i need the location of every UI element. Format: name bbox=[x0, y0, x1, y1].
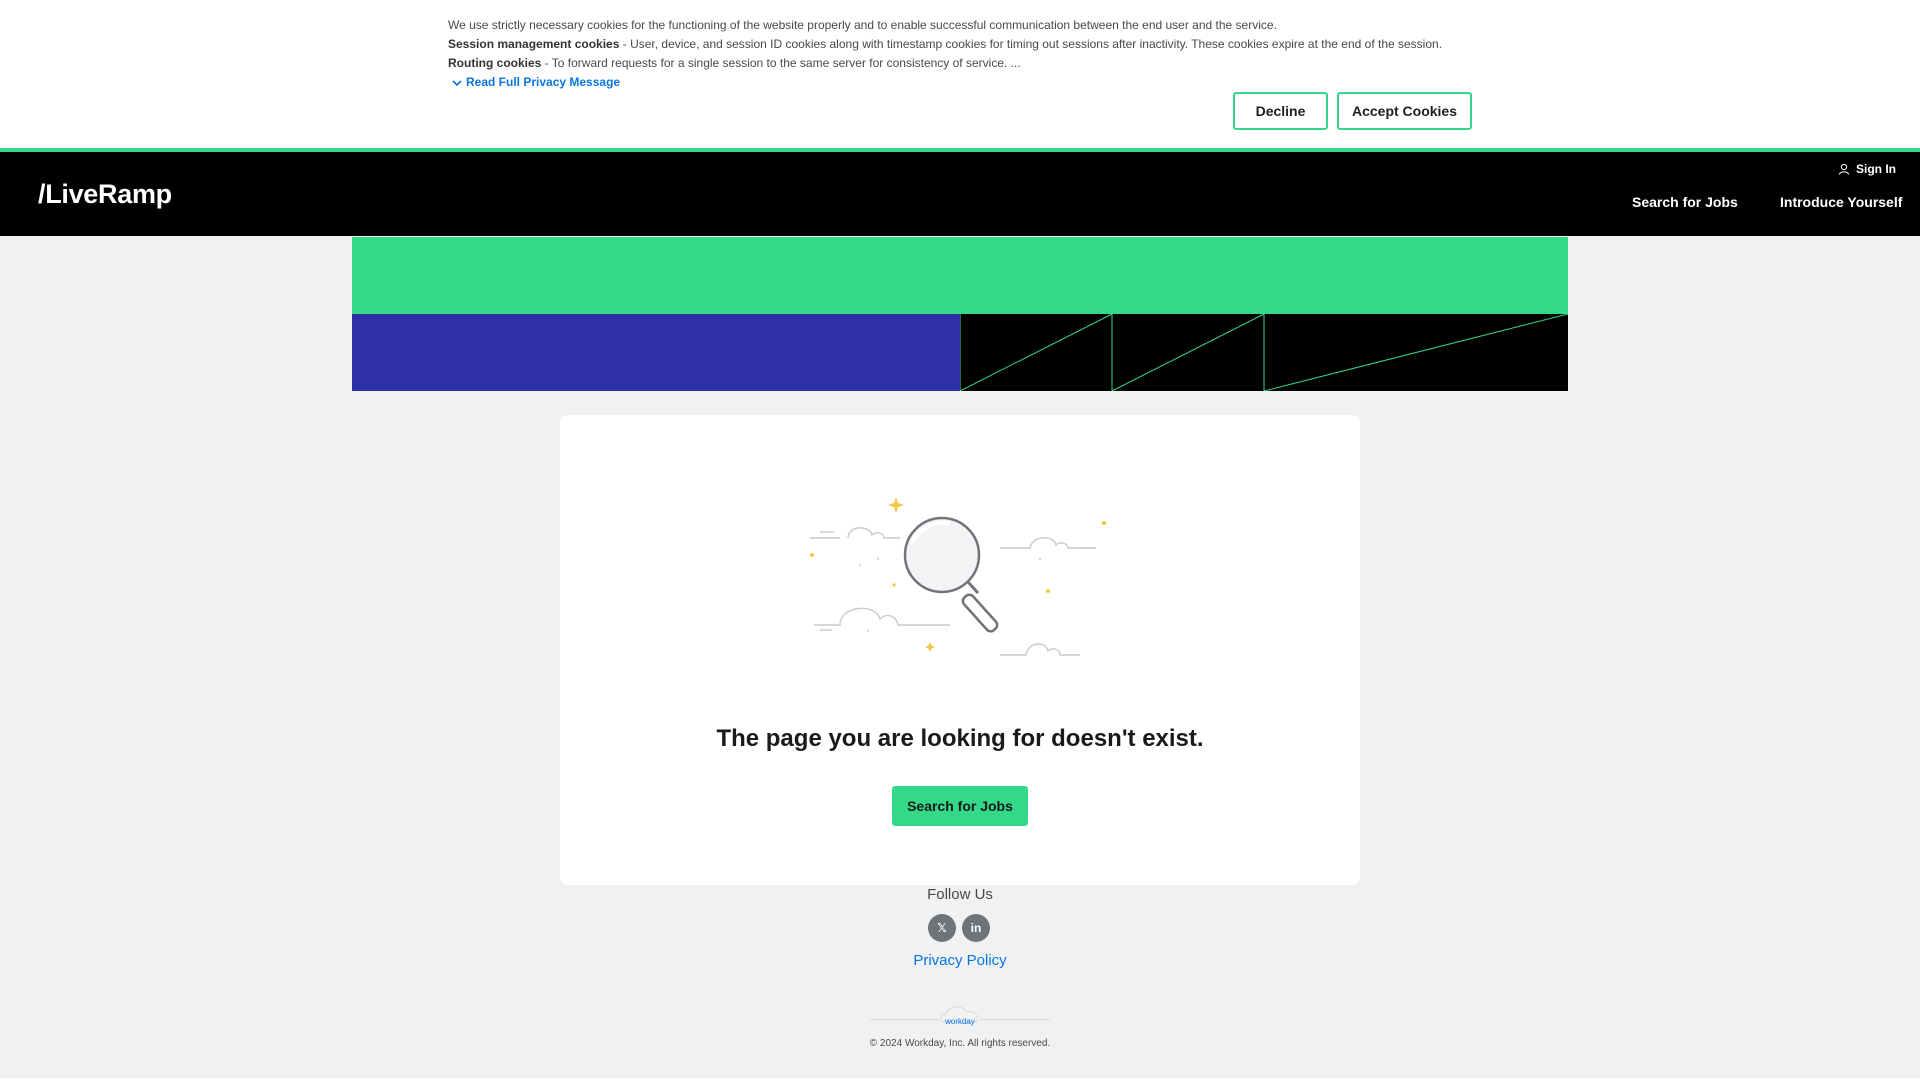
hero-banner bbox=[352, 237, 1569, 392]
sign-in-link[interactable]: Sign In bbox=[1838, 162, 1896, 176]
privacy-policy-link[interactable]: Privacy Policy bbox=[913, 952, 1006, 969]
read-full-privacy-link[interactable]: Read Full Privacy Message bbox=[452, 73, 620, 92]
magnifying-glass-icon bbox=[810, 497, 1106, 656]
linkedin-icon[interactable]: in bbox=[962, 914, 990, 942]
workday-logo: workday bbox=[940, 1006, 978, 1026]
banner-green-block bbox=[352, 237, 1568, 314]
cookie-routing-text: - To forward requests for a single sessi… bbox=[541, 56, 1021, 70]
follow-us-label: Follow Us bbox=[927, 886, 993, 903]
footer-divider-right bbox=[980, 1019, 1050, 1020]
nav-introduce-yourself[interactable]: Introduce Yourself bbox=[1780, 194, 1902, 210]
social-links: 𝕏 in bbox=[928, 914, 990, 942]
cookie-routing-title: Routing cookies bbox=[448, 56, 542, 70]
nav-search-for-jobs[interactable]: Search for Jobs bbox=[1632, 194, 1738, 210]
cookie-session-line: Session management cookies - User, devic… bbox=[448, 35, 1498, 54]
liveramp-logo[interactable]: /LiveRamp bbox=[38, 179, 172, 210]
copyright-text: © 2024 Workday, Inc. All rights reserved… bbox=[869, 1038, 1051, 1049]
error-message: The page you are looking for doesn't exi… bbox=[716, 725, 1204, 752]
sign-in-label: Sign In bbox=[1856, 162, 1896, 176]
banner-blue-block bbox=[352, 314, 960, 391]
read-full-privacy-label: Read Full Privacy Message bbox=[466, 75, 621, 89]
error-card: The page you are looking for doesn't exi… bbox=[560, 415, 1360, 885]
cookie-session-title: Session management cookies bbox=[448, 37, 620, 51]
cookie-session-text: - User, device, and session ID cookies a… bbox=[619, 37, 1443, 51]
banner-diagonal-lines bbox=[959, 313, 1569, 392]
cookie-routing-line: Routing cookies - To forward requests fo… bbox=[448, 54, 1498, 73]
chevron-down-icon bbox=[452, 79, 462, 86]
cookie-intro: We use strictly necessary cookies for th… bbox=[448, 18, 1277, 32]
decline-button[interactable]: Decline bbox=[1233, 92, 1328, 130]
cookie-banner: We use strictly necessary cookies for th… bbox=[0, 0, 1920, 148]
site-header: /LiveRamp Sign In Search for Jobs Introd… bbox=[0, 148, 1920, 236]
privacy-policy-row: Privacy Policy bbox=[0, 952, 1920, 969]
x-twitter-icon[interactable]: 𝕏 bbox=[928, 914, 956, 942]
user-icon bbox=[1839, 163, 1849, 175]
workday-logo-text: workday bbox=[944, 1017, 975, 1026]
search-for-jobs-button[interactable]: Search for Jobs bbox=[892, 786, 1028, 826]
accept-cookies-button[interactable]: Accept Cookies bbox=[1337, 92, 1472, 130]
footer-divider-left bbox=[870, 1019, 940, 1020]
cookie-message: We use strictly necessary cookies for th… bbox=[448, 16, 1498, 94]
banner-black-block bbox=[959, 313, 1569, 392]
